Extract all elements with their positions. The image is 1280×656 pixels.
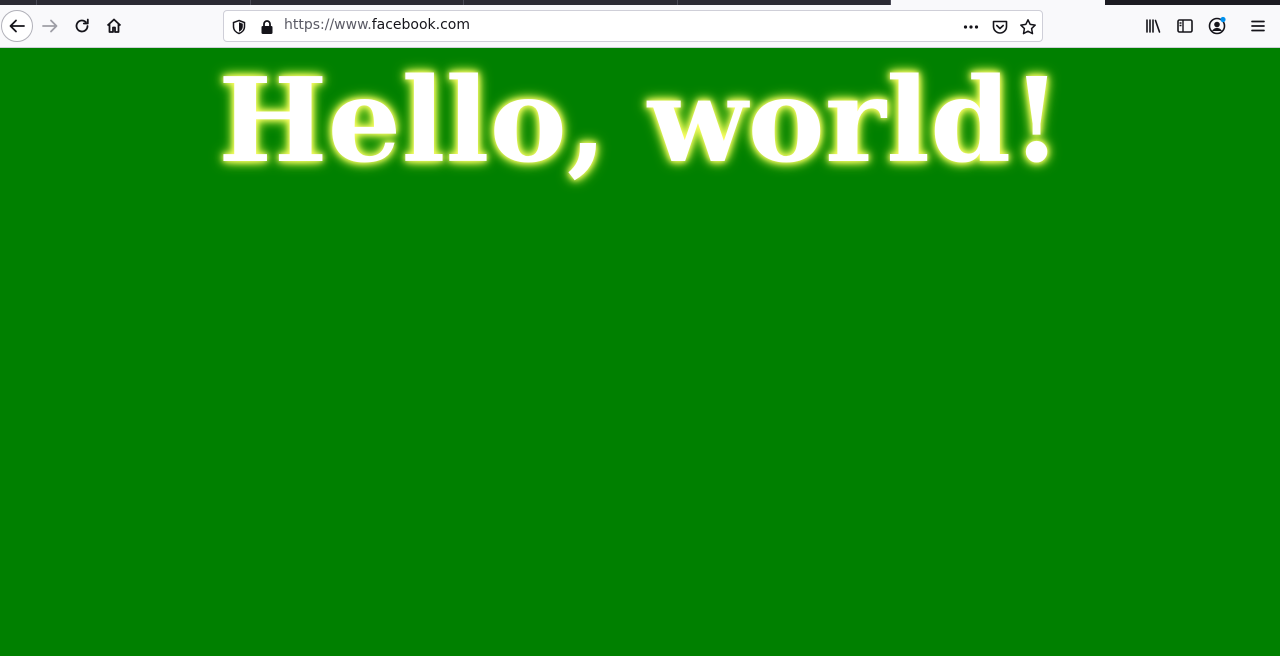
sidebar-button[interactable] xyxy=(1169,10,1201,42)
forward-button[interactable] xyxy=(34,10,66,42)
menu-button[interactable] xyxy=(1242,10,1274,42)
account-button[interactable] xyxy=(1201,10,1233,42)
url-text[interactable]: https://www.facebook.com xyxy=(284,17,470,33)
home-icon xyxy=(105,17,123,35)
library-icon xyxy=(1144,17,1162,35)
star-icon[interactable] xyxy=(1019,18,1037,36)
forward-arrow-icon xyxy=(41,17,59,35)
url-host: facebook.com xyxy=(371,17,470,33)
sidebar-icon xyxy=(1176,17,1194,35)
lock-icon[interactable] xyxy=(258,18,276,36)
shield-icon[interactable] xyxy=(230,18,248,36)
page-heading: Hello, world! xyxy=(217,53,1063,189)
more-dots-icon[interactable] xyxy=(962,18,980,36)
library-button[interactable] xyxy=(1137,10,1169,42)
hamburger-menu-icon xyxy=(1249,17,1267,35)
account-icon xyxy=(1207,16,1227,36)
home-button[interactable] xyxy=(98,10,130,42)
pocket-icon[interactable] xyxy=(991,18,1009,36)
back-button[interactable] xyxy=(1,10,33,42)
reload-button[interactable] xyxy=(66,10,98,42)
address-bar[interactable]: https://www.facebook.com xyxy=(223,10,1043,42)
navigation-toolbar: https://www.facebook.com xyxy=(0,5,1280,48)
reload-icon xyxy=(73,17,91,35)
url-prefix: https://www. xyxy=(284,17,372,33)
back-arrow-icon xyxy=(8,17,26,35)
